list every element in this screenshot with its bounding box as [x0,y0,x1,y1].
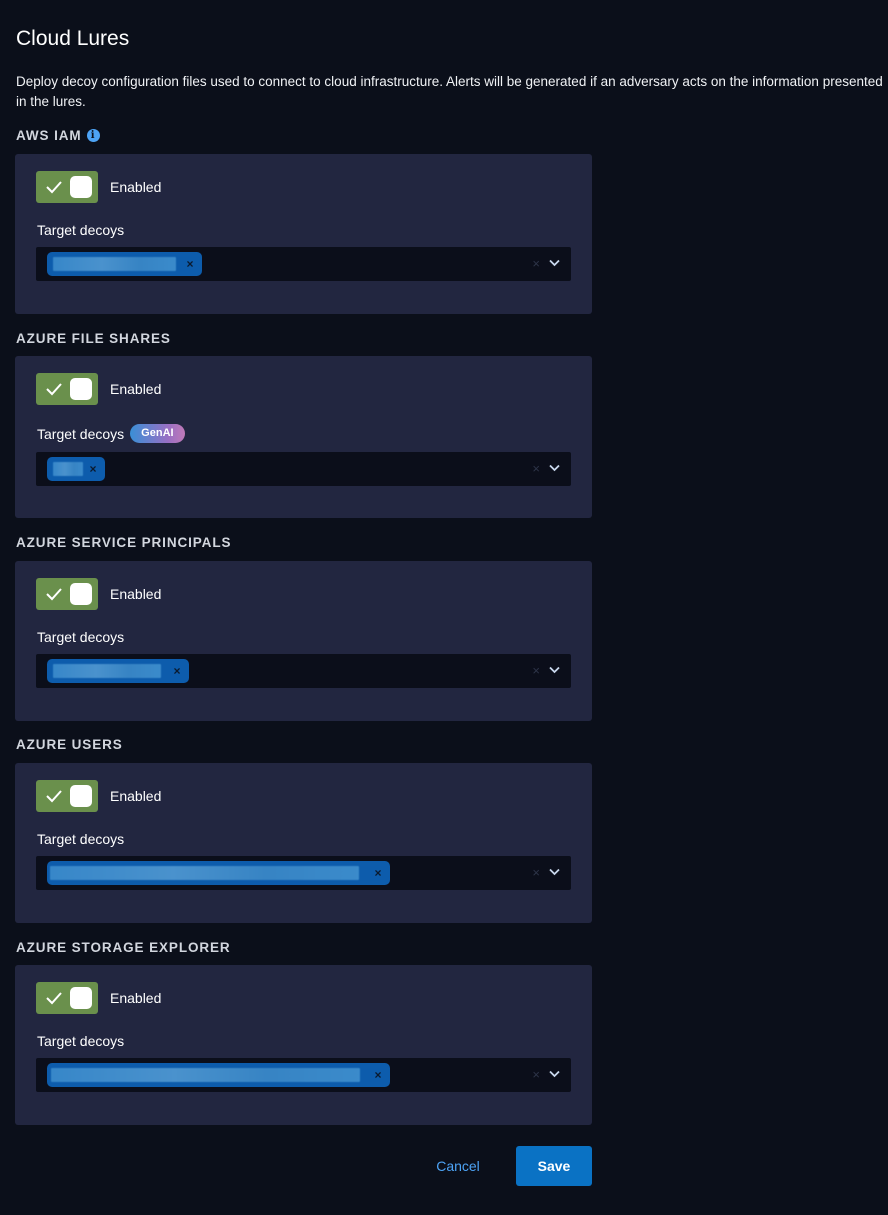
chip-redacted-value [53,664,161,678]
lure-card-aws-iam: Enabled Target decoys × × [15,154,592,314]
chip-remove-icon[interactable]: × [371,864,385,882]
clear-icon[interactable]: × [532,460,540,478]
decoy-chip: × [47,659,189,683]
enabled-toggle[interactable] [36,171,98,203]
enabled-label: Enabled [110,381,162,397]
enabled-label: Enabled [110,788,162,804]
target-decoys-text: Target decoys [37,425,125,442]
target-decoys-label: Target decoys GenAI [37,424,185,443]
target-decoys-text: Target decoys [37,831,125,847]
decoy-chip: × [47,1063,390,1087]
target-decoys-label: Target decoys [37,831,124,847]
target-decoys-select[interactable]: × × [36,247,571,281]
clear-icon[interactable]: × [532,255,540,273]
toggle-knob [70,583,92,605]
chip-remove-icon[interactable]: × [183,255,197,273]
section-title-label: AZURE SERVICE PRINCIPALS [16,535,232,550]
genai-badge: GenAI [130,424,185,443]
chip-redacted-value [53,462,83,476]
target-decoys-select[interactable]: × × [36,452,571,486]
clear-icon[interactable]: × [532,864,540,882]
chip-redacted-value [51,1068,360,1082]
info-icon[interactable]: i [86,129,100,142]
chevron-down-icon[interactable] [549,464,560,472]
chip-remove-icon[interactable]: × [371,1066,385,1084]
toggle-knob [70,987,92,1009]
chip-remove-icon[interactable]: × [170,662,184,680]
chip-remove-icon[interactable]: × [86,460,100,478]
target-decoys-label: Target decoys [37,222,124,238]
check-icon [46,790,62,803]
section-title-label: AZURE STORAGE EXPLORER [16,940,231,955]
lure-card-azure-storage-explorer: Enabled Target decoys × × [15,965,592,1125]
enabled-toggle[interactable] [36,373,98,405]
cancel-button[interactable]: Cancel [420,1146,496,1186]
clear-icon[interactable]: × [532,662,540,680]
check-icon [46,181,62,194]
target-decoys-label: Target decoys [37,629,124,645]
target-decoys-label: Target decoys [37,1033,124,1049]
target-decoys-select[interactable]: × × [36,856,571,890]
chevron-down-icon[interactable] [549,259,560,267]
page-description: Deploy decoy configuration files used to… [16,74,883,109]
check-icon [46,588,62,601]
enabled-label: Enabled [110,179,162,195]
check-icon [46,383,62,396]
toggle-knob [70,785,92,807]
enabled-toggle[interactable] [36,578,98,610]
clear-icon[interactable]: × [532,1066,540,1084]
target-decoys-select[interactable]: × × [36,1058,571,1092]
section-title-aws-iam: AWS IAM i [16,128,100,143]
section-title-label: AWS IAM [16,128,82,143]
enabled-toggle[interactable] [36,780,98,812]
toggle-knob [70,176,92,198]
target-decoys-text: Target decoys [37,1033,125,1049]
chevron-down-icon[interactable] [549,1070,560,1078]
lure-card-azure-users: Enabled Target decoys × × [15,763,592,923]
section-title-label: AZURE USERS [16,737,123,752]
section-title-azure-file-shares: AZURE FILE SHARES [16,331,171,346]
enabled-toggle[interactable] [36,982,98,1014]
enabled-label: Enabled [110,586,162,602]
enabled-label: Enabled [110,990,162,1006]
lure-card-azure-file-shares: Enabled Target decoys GenAI × × [15,356,592,518]
lure-card-azure-service-principals: Enabled Target decoys × × [15,561,592,721]
decoy-chip: × [47,252,202,276]
decoy-chip: × [47,457,105,481]
save-button[interactable]: Save [516,1146,592,1186]
section-title-label: AZURE FILE SHARES [16,331,171,346]
cloud-lures-page: Cloud Lures Deploy decoy configuration f… [0,0,888,1215]
toggle-knob [70,378,92,400]
chevron-down-icon[interactable] [549,666,560,674]
section-title-azure-storage-explorer: AZURE STORAGE EXPLORER [16,940,231,955]
section-title-azure-service-principals: AZURE SERVICE PRINCIPALS [16,535,231,550]
section-title-azure-users: AZURE USERS [16,737,123,752]
chevron-down-icon[interactable] [549,868,560,876]
page-title: Cloud Lures [16,27,130,50]
target-decoys-text: Target decoys [37,629,125,645]
chip-redacted-value [53,257,176,271]
target-decoys-text: Target decoys [37,222,125,238]
check-icon [46,992,62,1005]
chip-redacted-value [50,866,359,880]
target-decoys-select[interactable]: × × [36,654,571,688]
decoy-chip: × [47,861,390,885]
